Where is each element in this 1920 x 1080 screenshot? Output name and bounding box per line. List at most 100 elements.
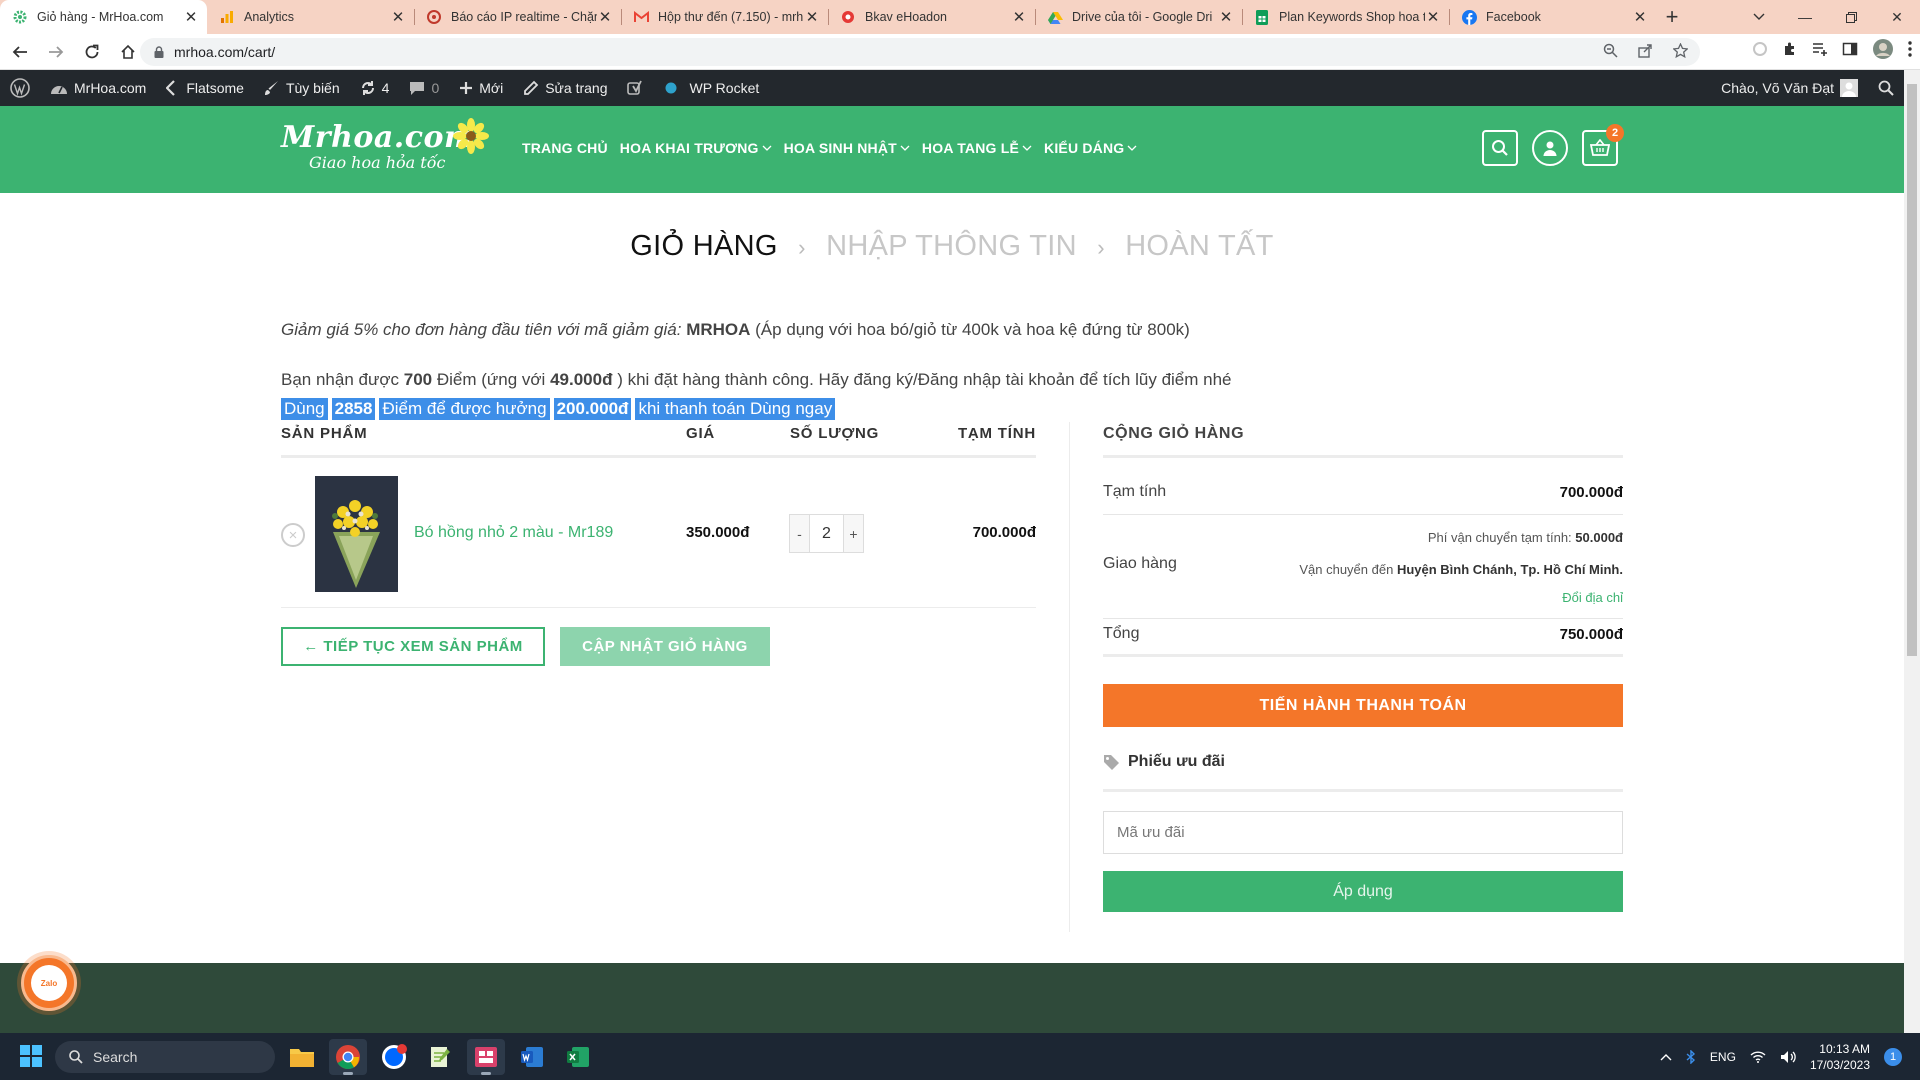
omnibox-actions <box>1603 43 1688 58</box>
apply-coupon-button[interactable]: Áp dụng <box>1103 871 1623 912</box>
scrollbar-thumb[interactable] <box>1907 84 1917 656</box>
decrease-qty-button[interactable]: - <box>790 515 809 552</box>
chrome-icon[interactable] <box>329 1039 367 1075</box>
notepad-icon[interactable] <box>421 1039 459 1075</box>
wp-site-link[interactable]: MrHoa.com <box>40 70 156 106</box>
updates-icon <box>360 80 376 96</box>
share-icon[interactable] <box>1638 43 1653 58</box>
close-icon[interactable]: ✕ <box>597 8 613 26</box>
chevron-right-icon: › <box>798 235 806 260</box>
zalo-app-icon[interactable] <box>375 1039 413 1075</box>
word-icon[interactable] <box>513 1039 551 1075</box>
site-logo[interactable]: Mrhoa.com Giao hoa hỏa tốc <box>281 118 491 180</box>
zoom-icon[interactable] <box>1603 43 1618 58</box>
wp-updates-link[interactable]: 4 <box>350 70 400 106</box>
bluetooth-icon[interactable] <box>1686 1049 1696 1064</box>
close-icon[interactable]: ✕ <box>390 8 406 26</box>
zalo-chat-button[interactable]: Zalo <box>21 955 77 1011</box>
close-window-button[interactable]: ✕ <box>1874 0 1920 34</box>
product-name-link[interactable]: Bó hồng nhỏ 2 màu - Mr189 <box>414 524 613 542</box>
wp-comments-link[interactable]: 0 <box>399 70 449 106</box>
minimize-button[interactable]: — <box>1782 0 1828 34</box>
account-icon[interactable] <box>1532 130 1568 166</box>
row-divider <box>281 607 1036 608</box>
remove-item-button[interactable]: × <box>281 523 305 547</box>
quantity-input[interactable]: 2 <box>809 515 844 552</box>
chevron-up-icon[interactable] <box>1660 1053 1672 1061</box>
update-cart-button[interactable]: CẬP NHẬT GIỎ HÀNG <box>560 627 770 666</box>
cart-icon[interactable]: 2 <box>1582 124 1624 166</box>
nav-styles[interactable]: KIỂU DÁNG <box>1044 140 1137 156</box>
change-address-link[interactable]: Đổi địa chỉ <box>1562 590 1623 605</box>
notification-badge[interactable]: 1 <box>1884 1047 1902 1066</box>
tab-search-icon[interactable] <box>1736 0 1782 34</box>
language-indicator[interactable]: ENG <box>1710 1050 1736 1064</box>
tab-title: Bkav eHoadon <box>865 10 948 24</box>
restore-button[interactable] <box>1828 0 1874 34</box>
tab-gmail[interactable]: Hộp thư đến (7.150) - mrh ✕ <box>621 0 829 34</box>
page-scrollbar[interactable] <box>1904 70 1920 1033</box>
column-header-subtotal: TẠM TÍNH <box>957 425 1036 442</box>
checkout-button[interactable]: TIẾN HÀNH THANH TOÁN <box>1103 684 1623 727</box>
nav-birthday-flowers[interactable]: HOA SINH NHẬT <box>784 140 910 156</box>
taskbar-search[interactable]: Search <box>55 1041 275 1073</box>
link-extension-icon[interactable] <box>1752 41 1768 57</box>
wordpress-logo-icon[interactable] <box>0 70 40 106</box>
coupon-code-input[interactable]: Mã ưu đãi <box>1103 811 1623 854</box>
tab-sheets[interactable]: Plan Keywords Shop hoa tư ✕ <box>1242 0 1450 34</box>
nav-funeral-flowers[interactable]: HOA TANG LỄ <box>922 140 1032 156</box>
side-panel-icon[interactable] <box>1842 41 1858 57</box>
wp-new-link[interactable]: Mới <box>449 70 513 106</box>
star-icon[interactable] <box>1673 43 1688 58</box>
tab-bkav[interactable]: Bkav eHoadon ✕ <box>828 0 1036 34</box>
search-icon[interactable] <box>1482 130 1518 166</box>
continue-shopping-button[interactable]: ← TIẾP TỤC XEM SẢN PHẨM <box>281 627 545 666</box>
wp-edit-link[interactable]: Sửa trang <box>513 70 617 106</box>
back-icon[interactable] <box>4 36 36 68</box>
wifi-icon[interactable] <box>1750 1050 1766 1063</box>
tab-facebook[interactable]: Facebook ✕ <box>1449 0 1656 34</box>
puzzle-icon[interactable] <box>1782 41 1798 57</box>
taskbar-clock[interactable]: 10:13 AM 17/03/2023 <box>1810 1041 1870 1073</box>
close-icon[interactable]: ✕ <box>1218 8 1234 26</box>
search-icon <box>69 1050 83 1064</box>
menu-icon[interactable] <box>1908 41 1912 57</box>
windows-start-icon[interactable] <box>20 1045 42 1067</box>
profile-avatar[interactable] <box>1872 38 1894 60</box>
nav-opening-flowers[interactable]: HOA KHAI TRƯƠNG <box>620 140 772 156</box>
yoast-icon[interactable] <box>617 70 655 106</box>
close-icon[interactable]: ✕ <box>1011 8 1027 26</box>
close-icon[interactable]: ✕ <box>1632 8 1648 26</box>
tab-cart[interactable]: Giỏ hàng - MrHoa.com ✕ <box>0 0 207 34</box>
tab-analytics[interactable]: Analytics ✕ <box>207 0 415 34</box>
wp-customize-link[interactable]: Tùy biến <box>254 70 350 106</box>
reading-list-icon[interactable] <box>1812 41 1828 57</box>
snipping-tool-icon[interactable] <box>467 1039 505 1075</box>
wp-search-icon[interactable] <box>1868 70 1904 106</box>
nav-home[interactable]: TRANG CHỦ <box>522 140 608 156</box>
step-cart[interactable]: GIỎ HÀNG <box>630 230 777 262</box>
tab-ip-report[interactable]: Báo cáo IP realtime - Chặn ✕ <box>414 0 622 34</box>
column-header-product: SẢN PHẨM <box>281 425 368 442</box>
close-icon[interactable]: ✕ <box>183 8 199 26</box>
address-bar[interactable]: mrhoa.com/cart/ <box>140 38 1700 66</box>
tab-drive[interactable]: Drive của tôi - Google Dri ✕ <box>1035 0 1243 34</box>
wp-account-link[interactable]: Chào, Võ Văn Đạt <box>1711 70 1868 106</box>
wp-rocket-link[interactable]: WP Rocket <box>655 70 769 106</box>
reload-icon[interactable] <box>76 36 108 68</box>
close-icon[interactable]: ✕ <box>804 8 820 26</box>
redeem-now-link[interactable]: khi thanh toán Dùng ngay <box>635 398 836 420</box>
close-icon[interactable]: ✕ <box>1425 8 1441 26</box>
volume-icon[interactable] <box>1780 1050 1796 1064</box>
line-subtotal: 700.000đ <box>972 524 1036 541</box>
file-explorer-icon[interactable] <box>283 1039 321 1075</box>
increase-qty-button[interactable]: + <box>844 515 863 552</box>
excel-icon[interactable] <box>559 1039 597 1075</box>
lock-icon[interactable] <box>154 46 164 58</box>
new-tab-button[interactable]: + <box>1656 0 1688 34</box>
product-thumbnail[interactable] <box>315 476 398 592</box>
wp-theme-link[interactable]: Flatsome <box>156 70 254 106</box>
step-details[interactable]: NHẬP THÔNG TIN <box>826 230 1077 262</box>
forward-icon[interactable] <box>40 36 72 68</box>
redeem-points-notice[interactable]: Dùng 2858 Điểm để được hưởng 200.000đ kh… <box>281 398 836 420</box>
